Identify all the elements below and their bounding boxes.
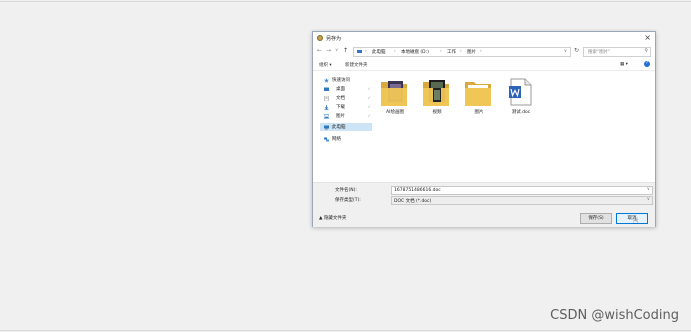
desktop-icon	[324, 87, 329, 91]
back-arrow-icon[interactable]: ←	[317, 47, 322, 55]
nav-label: 图片	[336, 114, 345, 119]
computer-icon	[324, 125, 329, 129]
save-button[interactable]: 保存(S)	[580, 213, 612, 224]
file-item[interactable]: 图片	[461, 74, 497, 120]
nav-quick-access[interactable]: 快速访问	[320, 76, 372, 84]
window-bottom-border	[0, 330, 691, 331]
search-box[interactable]: 搜索"图片" ⚲	[583, 47, 651, 57]
search-icon: ⚲	[644, 48, 648, 54]
breadcrumb-this-pc[interactable]: 此电脑	[372, 49, 386, 55]
address-dropdown-icon[interactable]: ∨	[564, 49, 567, 54]
nav-network[interactable]: 网络	[320, 135, 372, 143]
watermark: CSDN @wishCoding	[550, 308, 679, 323]
nav-label: 下载	[336, 105, 345, 110]
nav-this-pc[interactable]: 此电脑	[320, 123, 372, 131]
refresh-icon[interactable]: ↻	[574, 47, 579, 55]
nav-pictures[interactable]: 图片 ✓	[320, 112, 372, 120]
nav-label: 快速访问	[332, 78, 350, 83]
view-options-button[interactable]: ▦ ▾	[620, 62, 628, 67]
breadcrumb-separator: ›	[365, 49, 367, 54]
chevron-down-icon: ∨	[646, 187, 650, 192]
cancel-button[interactable]: 取消	[616, 213, 648, 224]
file-name: 测试.doc	[511, 110, 531, 115]
navigation-bar: ← → ∨ ↑ › 此电脑 › 本地磁盘 (D:) › 工作 › 图片 › ∨ …	[313, 45, 655, 57]
recent-locations-icon[interactable]: ∨	[335, 47, 338, 55]
nav-label: 网络	[332, 137, 341, 142]
breadcrumb-pictures[interactable]: 图片	[467, 49, 476, 55]
file-item[interactable]: 测试.doc	[503, 74, 539, 120]
organize-menu[interactable]: 组织 ▾	[319, 62, 332, 68]
nav-desktop[interactable]: 桌面 ✓	[320, 85, 372, 93]
nav-label: 桌面	[336, 87, 345, 92]
help-icon[interactable]: ?	[644, 61, 650, 67]
navigation-pane: 快速访问 桌面 ✓ 文档 ✓ 下载 ✓ 图片 ✓ 此电脑 网络	[317, 73, 372, 183]
image-folder-icon	[381, 81, 407, 106]
mouse-cursor-icon: ☝	[633, 217, 639, 227]
command-toolbar: 组织 ▾ 新建文件夹 ▦ ▾ ?	[313, 59, 655, 71]
breadcrumb-separator: ›	[394, 49, 396, 54]
filename-input[interactable]: 1678751486616.doc ∨	[391, 186, 653, 195]
chevron-down-icon: ∨	[646, 197, 650, 202]
filename-label: 文件名(N):	[335, 188, 357, 193]
hide-folders-label: 隐藏文件夹	[323, 216, 347, 221]
breadcrumb-separator: ›	[460, 49, 462, 54]
filetype-value: DOC 文档 (*.doc)	[394, 198, 432, 204]
nav-documents[interactable]: 文档 ✓	[320, 94, 372, 102]
video-folder-icon	[423, 80, 449, 106]
folder-icon	[465, 82, 491, 106]
breadcrumb-separator: ›	[440, 49, 442, 54]
hide-folders-toggle[interactable]: ▲ 隐藏文件夹	[319, 215, 346, 221]
up-arrow-icon[interactable]: ↑	[343, 47, 348, 55]
app-icon	[317, 35, 323, 41]
window-top-border	[0, 1, 691, 2]
save-form: 文件名(N): 1678751486616.doc ∨ 保存类型(T): DOC…	[313, 182, 655, 227]
breadcrumb-local-disk[interactable]: 本地磁盘 (D:)	[401, 49, 429, 55]
nav-downloads[interactable]: 下载 ✓	[320, 103, 372, 111]
pin-icon: ✓	[367, 86, 371, 91]
picture-icon	[324, 113, 329, 119]
pin-icon: ✓	[367, 113, 371, 118]
breadcrumb-separator: ›	[480, 49, 482, 54]
file-item[interactable]: AI绘画图	[377, 74, 413, 120]
address-bar[interactable]: › 此电脑 › 本地磁盘 (D:) › 工作 › 图片 › ∨	[353, 47, 571, 57]
search-placeholder: 搜索"图片"	[588, 50, 611, 55]
filename-value: 1678751486616.doc	[394, 187, 441, 193]
breadcrumb-work[interactable]: 工作	[447, 49, 456, 55]
star-icon	[324, 77, 329, 83]
save-as-dialog: 另存为 × ← → ∨ ↑ › 此电脑 › 本地磁盘 (D:) › 工作 › 图…	[312, 31, 656, 227]
forward-arrow-icon[interactable]: →	[326, 47, 331, 55]
file-item[interactable]: 视频	[419, 74, 455, 120]
pin-icon: ✓	[367, 104, 371, 109]
file-list: AI绘画图 视频 图片 测试.doc	[377, 74, 649, 184]
file-name: 视频	[432, 110, 442, 115]
download-icon	[324, 104, 329, 110]
filetype-label: 保存类型(T):	[335, 198, 361, 203]
file-name: 图片	[474, 110, 484, 115]
new-folder-button[interactable]: 新建文件夹	[345, 62, 368, 68]
file-name: AI绘画图	[386, 110, 404, 115]
title-bar: 另存为 ×	[313, 32, 655, 44]
close-icon[interactable]: ×	[644, 33, 651, 42]
nav-label: 此电脑	[332, 125, 346, 130]
pin-icon: ✓	[367, 95, 371, 100]
document-icon	[324, 95, 329, 101]
dialog-title: 另存为	[326, 36, 342, 42]
word-document-icon	[509, 78, 532, 106]
nav-label: 文档	[336, 96, 345, 101]
network-icon	[324, 137, 329, 141]
computer-icon	[357, 49, 362, 53]
filetype-select[interactable]: DOC 文档 (*.doc) ∨	[391, 196, 653, 205]
